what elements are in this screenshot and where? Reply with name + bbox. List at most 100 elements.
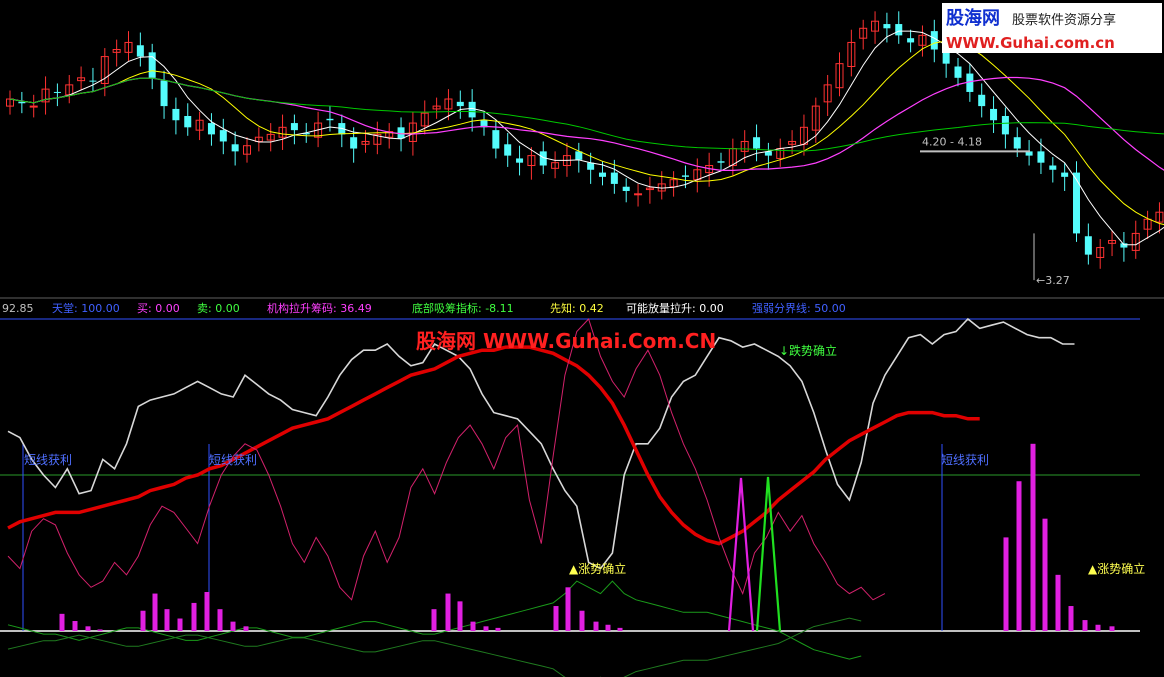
- candle-body: [978, 94, 986, 107]
- candle-body: [350, 137, 358, 149]
- histogram-bar-12: [243, 626, 249, 631]
- candle-body: [160, 80, 168, 107]
- watermark-tagline: 股票软件资源分享: [1012, 12, 1116, 28]
- histogram-bar-33: [1109, 626, 1115, 631]
- annotation-short-profit-1: 短线获利: [24, 453, 72, 467]
- histogram-bar-0: [59, 613, 65, 631]
- ma20-line: [9, 76, 1164, 171]
- histogram-bar-5: [152, 593, 158, 631]
- ma10-line: [9, 40, 1164, 226]
- histogram-bar-23: [605, 624, 611, 631]
- candle-body: [89, 80, 97, 82]
- annotation-fall-confirmed: ↓跌势确立: [779, 343, 837, 358]
- indicator-value-8: 强弱分界线: 50.00: [752, 301, 846, 315]
- candle-body: [753, 137, 761, 149]
- candle-body: [456, 101, 464, 107]
- indicator-value-1: 天堂: 100.00: [52, 302, 120, 315]
- candle-body: [1061, 172, 1069, 177]
- candle-body: [930, 31, 938, 50]
- candle-body: [681, 175, 689, 177]
- candle-body: [587, 162, 595, 170]
- histogram-bar-24: [617, 627, 623, 631]
- candle-body: [1049, 165, 1057, 170]
- candle-body: [599, 172, 606, 177]
- candle-body: [219, 130, 227, 142]
- histogram-bar-31: [1082, 620, 1088, 631]
- candle-body: [184, 116, 192, 128]
- candle-body: [468, 101, 476, 118]
- histogram-bar-22: [593, 621, 599, 631]
- indicator-value-7: 可能放量拉升: 0.00: [626, 301, 724, 315]
- histogram-bar-19: [553, 606, 559, 631]
- candle-body: [1084, 236, 1092, 255]
- indicator-value-5: 底部吸筹指标: -8.11: [412, 301, 514, 315]
- histogram-bar-16: [470, 621, 476, 631]
- histogram-bar-18: [495, 627, 501, 631]
- candle-body: [492, 130, 500, 149]
- annotation-short-profit-3: 短线获利: [941, 453, 989, 467]
- candle-body: [1073, 172, 1080, 234]
- candle-body: [1001, 116, 1009, 135]
- histogram-bar-10: [217, 609, 223, 631]
- candle-body: [504, 144, 512, 156]
- histogram-bar-32: [1095, 624, 1101, 631]
- annotation-rise-confirmed-2: ▲涨势确立: [1088, 561, 1145, 576]
- histogram-bar-7: [177, 618, 183, 631]
- candle-body: [18, 101, 26, 104]
- candle-body: [942, 52, 950, 64]
- histogram-bar-1: [72, 621, 78, 631]
- annotation-short-profit-2: 短线获利: [209, 453, 257, 467]
- histogram-bar-26: [1016, 481, 1022, 631]
- histogram-bar-6: [164, 609, 170, 631]
- stock-chart[interactable]: 4.20 - 4.18 ←3.27 92.85 天堂: 100.00 买: 0.00 卖:…: [0, 0, 1164, 677]
- watermark-url: WWW.Guhai.com.cn: [946, 34, 1115, 52]
- candle-body: [290, 123, 298, 131]
- candle-body: [326, 118, 334, 121]
- histogram-bar-28: [1042, 518, 1048, 631]
- histogram-bar-25: [1003, 537, 1009, 631]
- candle-body: [53, 91, 61, 93]
- histogram-bar-14: [445, 593, 451, 631]
- histogram-bar-29: [1055, 574, 1061, 631]
- histogram-bar-27: [1030, 443, 1036, 631]
- histogram-bar-21: [579, 610, 585, 631]
- candle-body: [207, 123, 215, 135]
- histogram-bar-3: [97, 629, 103, 631]
- candle-body: [954, 66, 962, 78]
- candle-body: [907, 38, 915, 43]
- candle-body: [136, 45, 144, 57]
- candle-body: [717, 161, 725, 163]
- price-annotation-high: 4.20 - 4.18: [922, 135, 982, 148]
- annotation-rise-confirmed-1: ▲涨势确立: [569, 561, 626, 576]
- histogram-bar-15: [457, 601, 463, 631]
- candle-body: [172, 108, 180, 121]
- candle-body: [883, 24, 891, 29]
- histogram-bar-4: [140, 610, 146, 631]
- histogram-bar-20: [565, 587, 571, 631]
- candle-body: [610, 172, 618, 184]
- candle-body: [895, 24, 903, 36]
- indicator-value-0: 92.85: [2, 302, 34, 315]
- histogram-bar-30: [1068, 606, 1074, 631]
- candle-body: [1013, 137, 1021, 149]
- indicator-value-6: 先知: 0.42: [550, 301, 604, 315]
- histogram-bar-8: [191, 602, 197, 631]
- oscillator-white: [7, 317, 1075, 570]
- watermark-logo: 股海网: [945, 7, 1000, 29]
- candle-body: [622, 186, 630, 191]
- watermark-center: 股海网 WWW.Guhai.Com.CN: [416, 329, 716, 353]
- histogram-bar-11: [230, 621, 236, 631]
- buy-spike-magenta: [727, 477, 755, 632]
- main-trend-red: [7, 345, 980, 546]
- histogram-bar-17: [483, 626, 489, 631]
- candle-body: [29, 105, 38, 108]
- price-annotation-low: ←3.27: [1036, 274, 1070, 287]
- indicator-value-3: 卖: 0.00: [197, 302, 240, 315]
- candle-body: [516, 158, 524, 163]
- candle-body: [990, 108, 998, 121]
- indicator-value-4: 机构拉升筹码: 36.49: [267, 301, 372, 315]
- histogram-bar-13: [431, 609, 437, 631]
- candle-body: [1037, 151, 1045, 163]
- histogram-bar-9: [204, 592, 210, 631]
- indicator-value-2: 买: 0.00: [137, 302, 180, 315]
